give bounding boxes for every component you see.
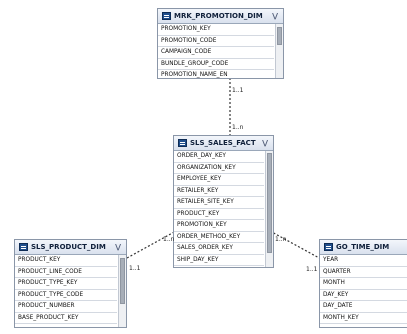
table-title: GO_TIME_DIM: [336, 243, 390, 251]
scrollbar[interactable]: [275, 24, 283, 78]
column-row[interactable]: EMPLOYEE_KEY: [174, 174, 264, 186]
column-row[interactable]: PRODUCT_NUMBER: [15, 301, 117, 313]
cardinality-label: 1..1: [232, 87, 244, 94]
column-row[interactable]: MONTH_KEY: [320, 313, 407, 324]
column-row[interactable]: PRODUCT_TYPE_CODE: [15, 290, 117, 301]
scrollbar[interactable]: [118, 255, 126, 327]
column-row[interactable]: MONTH: [320, 278, 407, 290]
table-header[interactable]: GO_TIME_DIM: [320, 240, 407, 255]
chevron-down-icon[interactable]: ⋁: [272, 9, 278, 23]
scrollbar[interactable]: [265, 151, 273, 267]
table-sls-sales-fact[interactable]: SLS_SALES_FACT ⋁ ORDER_DAY_KEY ORGANIZAT…: [173, 135, 274, 268]
column-row[interactable]: PROMOTION_CODE: [158, 36, 274, 47]
column-row[interactable]: ORDER_DAY_KEY: [174, 151, 264, 163]
column-row[interactable]: ORDER_METHOD_KEY: [174, 232, 264, 243]
table-title: SLS_SALES_FACT: [190, 139, 256, 147]
column-row[interactable]: PRODUCT_KEY: [174, 209, 264, 220]
column-row[interactable]: DAY_KEY: [320, 290, 407, 301]
table-icon: [19, 243, 28, 251]
column-row[interactable]: SHIP_DAY_KEY: [174, 255, 264, 266]
table-header[interactable]: SLS_SALES_FACT ⋁: [174, 136, 273, 151]
table-icon: [324, 243, 333, 251]
table-header[interactable]: MRK_PROMOTION_DIM ⋁: [158, 9, 283, 24]
table-sls-product-dim[interactable]: SLS_PRODUCT_DIM ⋁ PRODUCT_KEY PRODUCT_LI…: [14, 239, 127, 328]
chevron-down-icon[interactable]: ⋁: [115, 240, 121, 254]
cardinality-label: 1..n: [163, 236, 175, 243]
column-row[interactable]: BUNDLE_GROUP_CODE: [158, 59, 274, 70]
column-row[interactable]: PROMOTION_KEY: [174, 220, 264, 232]
column-row[interactable]: RETAILER_KEY: [174, 186, 264, 197]
scrollbar-thumb[interactable]: [277, 27, 282, 45]
table-icon: [178, 139, 187, 147]
column-row[interactable]: PRODUCT_LINE_CODE: [15, 267, 117, 278]
table-go-time-dim[interactable]: GO_TIME_DIM YEAR QUARTER MONTH DAY_KEY D…: [319, 239, 407, 328]
column-row[interactable]: ORGANIZATION_KEY: [174, 163, 264, 174]
column-row[interactable]: PRODUCT_TYPE_KEY: [15, 278, 117, 290]
column-row[interactable]: QUARTER: [320, 267, 407, 278]
cardinality-label: 1..1: [306, 266, 318, 273]
column-row[interactable]: BASE_PRODUCT_KEY: [15, 313, 117, 324]
cardinality-label: 1..n: [275, 236, 287, 243]
column-row[interactable]: CAMPAIGN_CODE: [158, 47, 274, 59]
chevron-down-icon[interactable]: ⋁: [262, 136, 268, 150]
scrollbar-thumb[interactable]: [120, 258, 125, 304]
diagram-canvas: MRK_PROMOTION_DIM ⋁ PROMOTION_KEY PROMOT…: [0, 0, 407, 334]
table-title: SLS_PRODUCT_DIM: [31, 243, 106, 251]
cardinality-label: 1..n: [232, 124, 244, 131]
scrollbar-thumb[interactable]: [267, 153, 272, 253]
column-row[interactable]: YEAR: [320, 255, 407, 267]
column-row[interactable]: PROMOTION_NAME_EN: [158, 70, 274, 78]
column-row[interactable]: PROMOTION_KEY: [158, 24, 274, 36]
table-header[interactable]: SLS_PRODUCT_DIM ⋁: [15, 240, 126, 255]
table-title: MRK_PROMOTION_DIM: [174, 12, 263, 20]
column-row[interactable]: DAY_DATE: [320, 301, 407, 313]
table-mrk-promotion-dim[interactable]: MRK_PROMOTION_DIM ⋁ PROMOTION_KEY PROMOT…: [157, 8, 284, 79]
table-icon: [162, 12, 171, 20]
column-row[interactable]: SALES_ORDER_KEY: [174, 243, 264, 255]
cardinality-label: 1..1: [129, 265, 141, 272]
column-row[interactable]: RETAILER_SITE_KEY: [174, 197, 264, 209]
column-row[interactable]: PRODUCT_KEY: [15, 255, 117, 267]
